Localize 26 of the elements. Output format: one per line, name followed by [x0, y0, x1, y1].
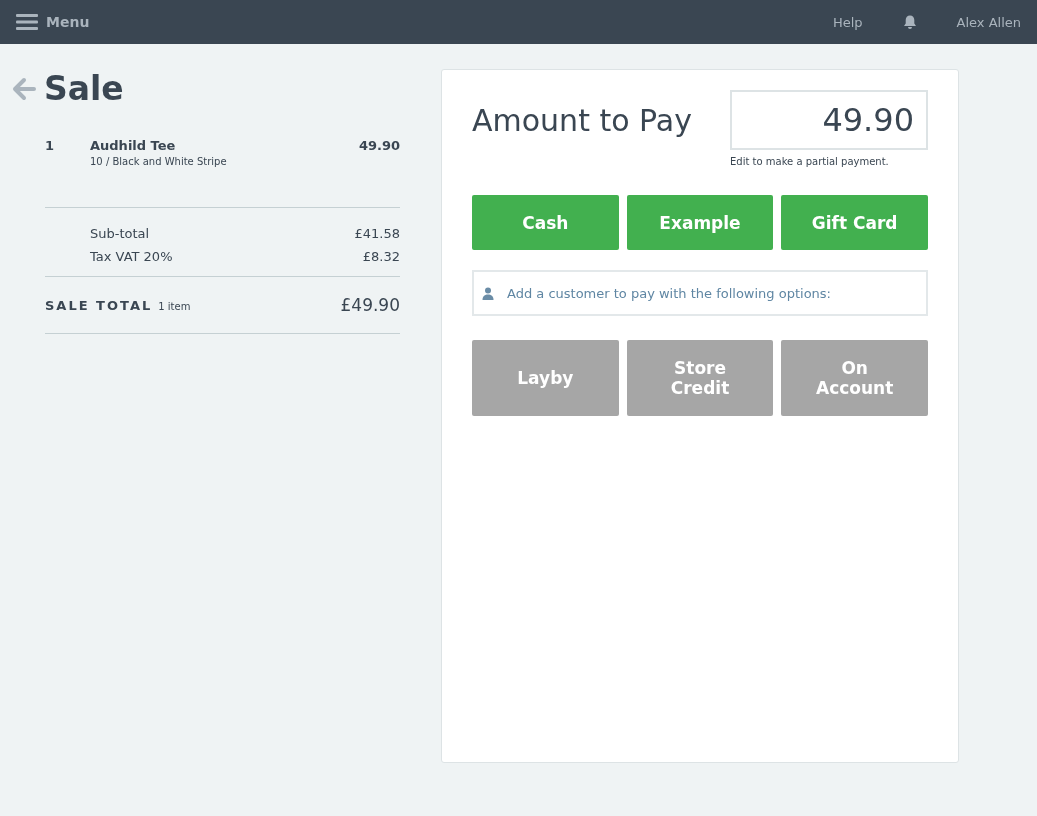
- total-label: Tax VAT 20%: [90, 249, 173, 264]
- payment-method-button[interactable]: Example: [626, 195, 774, 250]
- item-variant: 10 / Black and White Stripe: [90, 156, 228, 167]
- item-name: Audhild Tee: [90, 138, 177, 153]
- customer-prompt: Add a customer to pay with the following options:: [507, 285, 831, 301]
- amount-hint: Edit to make a partial payment.: [730, 156, 890, 167]
- person-icon: [482, 286, 494, 300]
- add-customer-bar[interactable]: Add a customer to pay with the following options:: [472, 270, 928, 316]
- menu-icon: [16, 13, 38, 31]
- item-quantity: 1: [45, 138, 56, 153]
- total-value: £8.32: [362, 249, 400, 264]
- payment-method-button[interactable]: Cash: [472, 195, 619, 250]
- sale-title: Sale: [44, 69, 124, 108]
- amount-field[interactable]: 49.90: [730, 90, 928, 150]
- menu-button[interactable]: Menu: [16, 13, 90, 31]
- help-link[interactable]: Help: [832, 14, 863, 30]
- sale-total-label: SALE TOTAL: [45, 297, 153, 313]
- item-count: 1 item: [158, 300, 191, 312]
- sale-total-value: £49.90: [340, 295, 400, 315]
- amount-title: Amount to Pay: [472, 103, 692, 138]
- user-name[interactable]: Alex Allen: [956, 14, 1021, 30]
- total-label: Sub-total: [90, 226, 150, 241]
- bell-icon[interactable]: [902, 14, 917, 30]
- item-price: 49.90: [358, 138, 400, 153]
- payment-method-button[interactable]: Gift Card: [781, 195, 928, 250]
- total-value: £41.58: [354, 226, 400, 241]
